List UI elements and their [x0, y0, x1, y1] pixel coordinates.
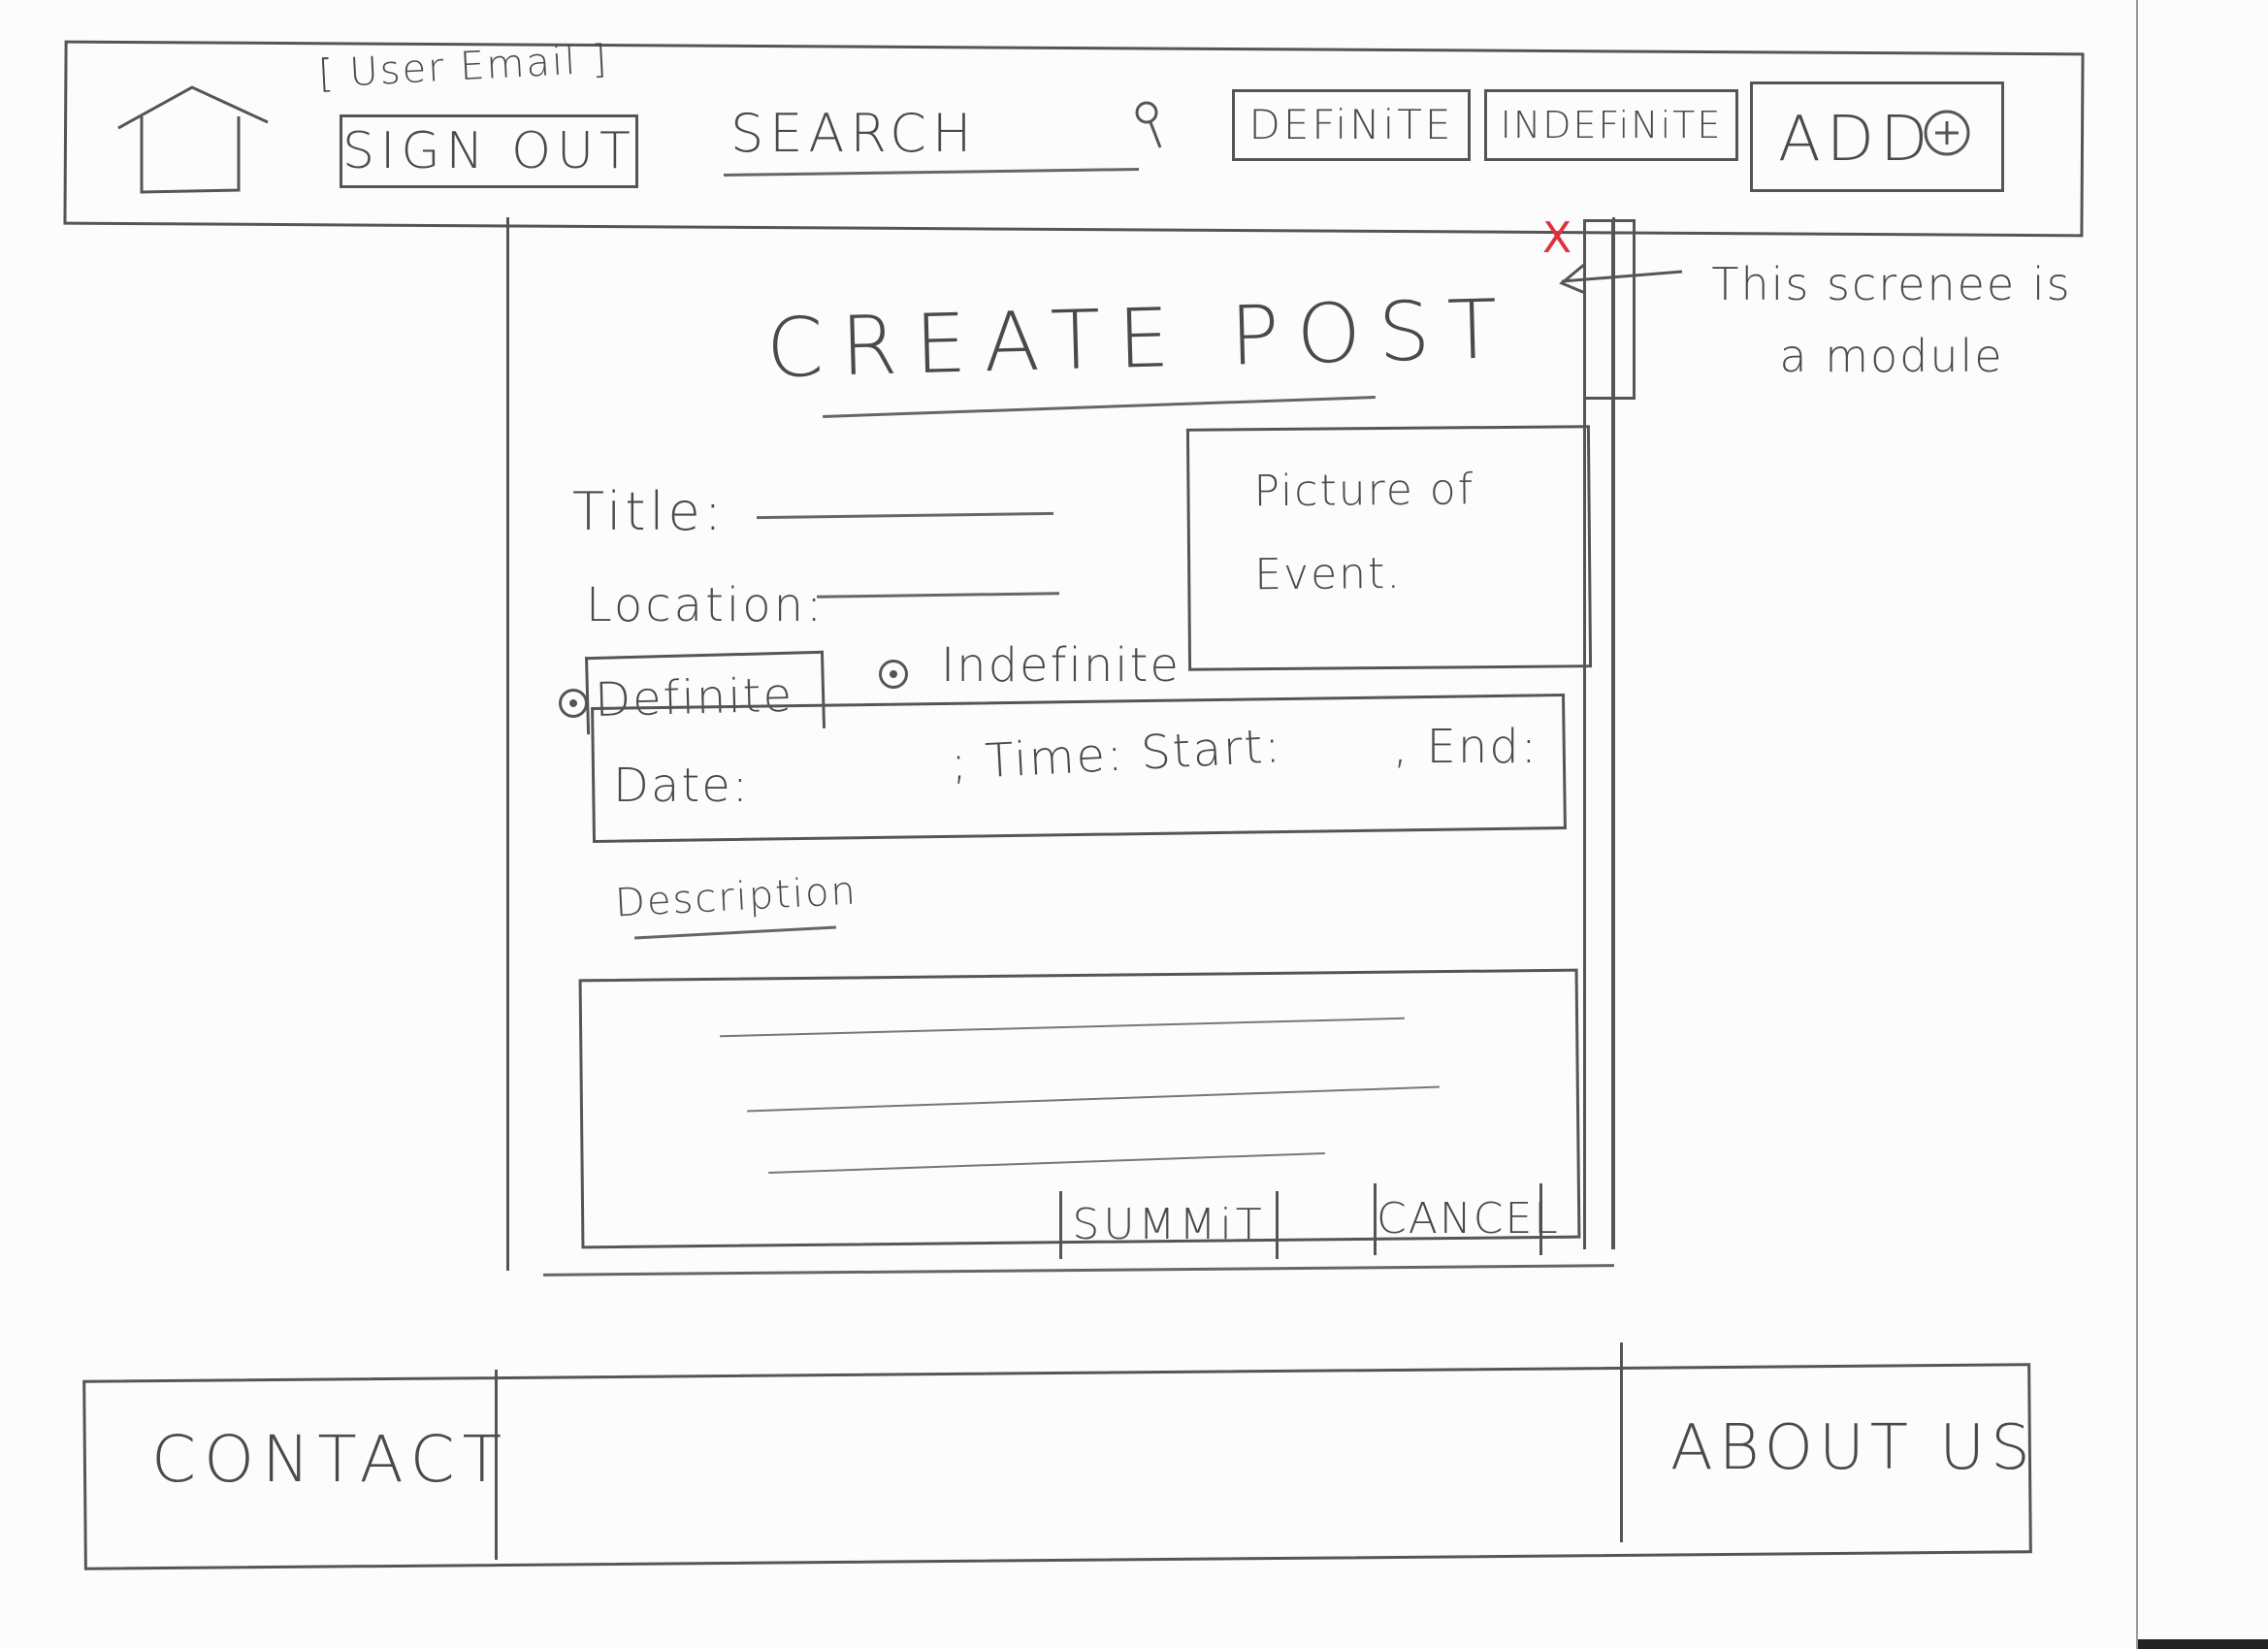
footer-divider-right	[1620, 1342, 1623, 1542]
description-label-underline	[634, 925, 836, 940]
submit-button[interactable]: SUMMiT	[1059, 1191, 1279, 1259]
modal-left-edge	[506, 217, 509, 1271]
annotation-note: This screnee is a module	[1711, 258, 2072, 382]
sign-out-label: SIGN OUT	[342, 122, 636, 180]
modal-title-underline	[823, 396, 1376, 418]
magnifier-icon[interactable]	[1131, 97, 1170, 155]
modal-bottom-edge	[543, 1264, 1614, 1277]
indefinite-filter-label: INDEFiNiTE	[1500, 104, 1723, 146]
scrollbar-thumb[interactable]	[1585, 219, 1636, 400]
title-input[interactable]	[756, 511, 1054, 520]
search-field[interactable]: SEARCH	[723, 97, 1140, 178]
cancel-button[interactable]: CANCEL	[1374, 1183, 1560, 1255]
cancel-label: CANCEL	[1377, 1194, 1560, 1244]
add-label: ADD	[1778, 104, 1934, 176]
submit-label: SUMMiT	[1072, 1200, 1266, 1249]
definite-filter-button[interactable]: DEFiNiTE	[1232, 89, 1471, 161]
location-input[interactable]	[816, 592, 1060, 598]
contact-link[interactable]: CONTACT	[151, 1422, 509, 1497]
location-field-label: Location:	[586, 578, 826, 632]
definite-radio[interactable]	[559, 689, 588, 718]
date-input[interactable]	[757, 759, 931, 813]
tab-indefinite-label[interactable]: Indefinite	[941, 638, 1181, 693]
search-label: SEARCH	[730, 103, 978, 164]
end-time-input[interactable]	[1513, 726, 1562, 780]
event-picture-upload[interactable]: Picture of Event.	[1185, 425, 1593, 671]
close-icon[interactable]: X	[1542, 213, 1571, 263]
house-icon[interactable]	[114, 83, 279, 200]
modal-title: CREATE POST	[764, 280, 1516, 397]
description-label: Description	[613, 868, 859, 926]
title-field-label: Title:	[572, 481, 726, 542]
indefinite-filter-button[interactable]: INDEFiNiTE	[1484, 89, 1738, 161]
add-post-button[interactable]: ADD	[1750, 81, 2004, 192]
indefinite-radio[interactable]	[879, 660, 908, 689]
date-label: Date:	[613, 759, 750, 813]
sign-out-button[interactable]: SIGN OUT	[340, 114, 638, 188]
annotation-arrow-icon	[1559, 262, 1683, 295]
plus-circle-icon	[1924, 110, 1970, 156]
start-time-input[interactable]	[1300, 737, 1397, 792]
about-us-link[interactable]: ABOUT US	[1670, 1412, 2036, 1484]
picture-label: Picture of Event.	[1253, 465, 1475, 600]
scan-corner	[2138, 1639, 2268, 1649]
definite-filter-label: DEFiNiTE	[1248, 101, 1454, 148]
scan-edge	[2136, 0, 2138, 1649]
